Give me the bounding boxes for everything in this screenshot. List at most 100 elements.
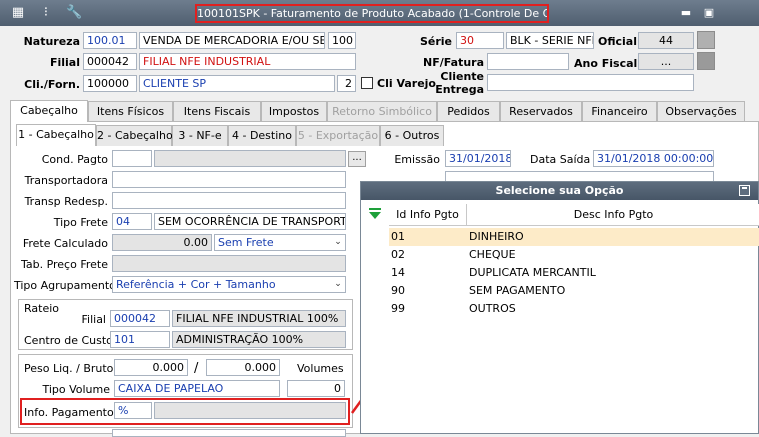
data-saida-label: Data Saída (530, 153, 591, 166)
peso-label: Peso Liq. / Bruto (24, 362, 114, 375)
natureza-code-input[interactable]: 100.01 (83, 32, 137, 49)
centro-custo-label: Centro de Custo (24, 334, 113, 347)
list-item[interactable]: 14 DUPLICATA MERCANTIL (389, 264, 759, 282)
peso-bruto-input[interactable]: 0.000 (206, 359, 280, 376)
cli-number-field: 2 (337, 75, 356, 92)
subtab-1-cabecalho[interactable]: 1 - Cabeçalho (16, 124, 96, 146)
row-desc: CHEQUE (469, 248, 516, 261)
transp-redesp-label: Transp Redesp. (24, 195, 108, 208)
cli-varejo-checkbox[interactable] (361, 77, 373, 89)
frete-select[interactable]: Sem Frete ⌄ (214, 234, 346, 251)
tab-observacoes[interactable]: Observações (657, 101, 745, 122)
transportadora-input[interactable] (112, 171, 346, 188)
tab-financeiro[interactable]: Financeiro (582, 101, 657, 122)
row-desc: DINHEIRO (469, 230, 524, 243)
tipo-volume-input[interactable]: CAIXA DE PAPELAO (114, 380, 280, 397)
list-item[interactable]: 02 CHEQUE (389, 246, 759, 264)
tab-retorno-simbolico: Retorno Simbólico (327, 101, 437, 122)
row-id: 01 (391, 230, 405, 243)
peso-liquido-input[interactable]: 0.000 (114, 359, 188, 376)
filter-down-icon[interactable] (368, 208, 382, 220)
rateio-filial-desc-field: FILIAL NFE INDUSTRIAL 100% (172, 310, 346, 327)
list-item[interactable]: 90 SEM PAGAMENTO (389, 282, 759, 300)
row-desc: SEM PAGAMENTO (469, 284, 566, 297)
subtab-4-destino[interactable]: 4 - Destino (228, 125, 296, 146)
volumes-input[interactable]: 0 (287, 380, 345, 397)
minimize-icon[interactable]: ▬ (680, 7, 692, 19)
maximize-icon[interactable]: ▣ (703, 7, 715, 19)
centro-custo-code-input[interactable]: 101 (110, 331, 170, 348)
tab-impostos[interactable]: Impostos (261, 101, 327, 122)
row-id: 14 (391, 266, 405, 279)
window-title: 100101SPK - Faturamento de Produto Acaba… (195, 4, 549, 23)
tab-pedidos[interactable]: Pedidos (437, 101, 500, 122)
tab-reservados[interactable]: Reservados (500, 101, 582, 122)
oficial-label: Oficial (598, 35, 637, 48)
tipo-frete-code-input[interactable]: 04 (112, 213, 152, 230)
cliente-entrega-label-2: Entrega (435, 83, 484, 96)
tipo-frete-desc-field: SEM OCORRÊNCIA DE TRANSPORTE (154, 213, 346, 230)
tab-cabecalho[interactable]: Cabeçalho (10, 100, 88, 122)
tipo-agrupamento-select[interactable]: Referência + Cor + Tamanho ⌄ (112, 276, 346, 293)
popup-title-bar: Selecione sua Opção (361, 182, 758, 200)
column-header-desc[interactable]: Desc Info Pgto (467, 204, 759, 226)
row-id: 02 (391, 248, 405, 261)
tab-itens-fisicos[interactable]: Itens Físicos (88, 101, 173, 122)
nf-fatura-label: NF/Fatura (423, 56, 484, 69)
nf-fatura-input[interactable] (487, 53, 569, 70)
serie-input[interactable]: 30 (456, 32, 504, 49)
oficial-side-button[interactable] (697, 31, 715, 49)
filial-label: Filial (49, 56, 80, 69)
calculator-icon[interactable]: ▦ (10, 5, 26, 21)
frete-calculado-label: Frete Calculado (22, 237, 108, 250)
popup-minimize-icon[interactable] (739, 185, 750, 196)
emissao-label: Emissão (394, 153, 440, 166)
tab-preco-frete-field (112, 255, 346, 272)
transportadora-label: Transportadora (24, 174, 108, 187)
ano-fiscal-side-button[interactable] (697, 52, 715, 70)
highlight-info-pagamento (20, 398, 350, 425)
wrench-icon[interactable]: 🔧 (66, 5, 82, 21)
row-desc: OUTROS (469, 302, 516, 315)
tipo-frete-label: Tipo Frete (53, 216, 108, 229)
cond-pagto-code-input[interactable] (112, 150, 152, 167)
tipo-volume-label: Tipo Volume (42, 383, 110, 396)
oficial-field: 44 (638, 32, 694, 49)
cond-pagto-lookup-button[interactable]: ... (348, 151, 366, 167)
rateio-filial-code-input[interactable]: 000042 (110, 310, 170, 327)
chevron-down-icon[interactable]: ⌄ (331, 235, 345, 250)
tab-itens-fiscais[interactable]: Itens Fiscais (173, 101, 261, 122)
transp-redesp-input[interactable] (112, 192, 346, 209)
tipo-agrupamento-value: Referência + Cor + Tamanho (116, 278, 276, 291)
ano-fiscal-label: Ano Fiscal (574, 57, 638, 70)
cond-pagto-desc-field (154, 150, 346, 167)
cond-pagto-label: Cond. Pagto (41, 153, 108, 166)
cli-code-input[interactable]: 100000 (83, 75, 137, 92)
natureza-number-field: 100 (328, 32, 356, 49)
window-title-bar: ▦ ⁝ 🔧 100101SPK - Faturamento de Produto… (0, 0, 759, 26)
popup-title: Selecione sua Opção (495, 184, 624, 197)
list-item[interactable]: 01 DINHEIRO (389, 228, 759, 246)
cliente-entrega-label-1: Cliente (440, 70, 484, 83)
filial-code-input[interactable]: 000042 (83, 53, 137, 70)
column-header-id[interactable]: Id Info Pgto (389, 204, 467, 226)
row-desc: DUPLICATA MERCANTIL (469, 266, 596, 279)
data-saida-input[interactable]: 31/01/2018 00:00:00 (593, 150, 714, 167)
subtab-2-cabecalho[interactable]: 2 - Cabeçalho (96, 125, 173, 146)
serie-desc-field: BLK - SERIE NFE (506, 32, 594, 49)
tipo-agrupamento-label: Tipo Agrupamento (14, 279, 116, 292)
option-popup: Selecione sua Opção Id Info Pgto Desc In… (360, 181, 759, 434)
cliente-entrega-input[interactable] (487, 74, 694, 91)
natureza-desc-field: VENDA DE MERCADORIA E/OU SERVI (139, 32, 325, 49)
ano-fiscal-field[interactable]: ... (638, 53, 694, 70)
list-item[interactable]: 99 OUTROS (389, 300, 759, 318)
subtab-3-nfe[interactable]: 3 - NF-e (172, 125, 228, 146)
row-id: 90 (391, 284, 405, 297)
traffic-light-icon[interactable]: ⁝ (38, 5, 54, 21)
cli-desc-field: CLIENTE SP (139, 75, 335, 92)
row-id: 99 (391, 302, 405, 315)
cli-forn-label: Cli./Forn. (24, 78, 80, 91)
emissao-input[interactable]: 31/01/2018 (445, 150, 511, 167)
subtab-6-outros[interactable]: 6 - Outros (380, 125, 444, 146)
next-row-field (112, 429, 346, 437)
